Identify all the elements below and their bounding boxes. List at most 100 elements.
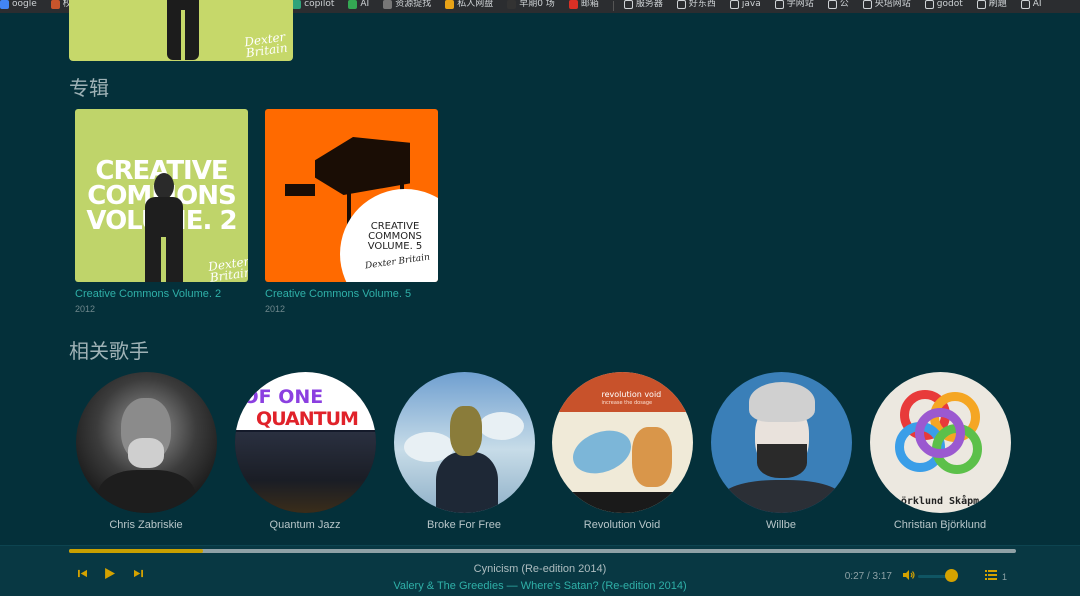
folder-icon bbox=[1020, 0, 1030, 9]
track-artist-album[interactable]: Valery & The Greedies — Where's Satan? (… bbox=[0, 580, 1080, 592]
artist-avatar[interactable] bbox=[75, 372, 217, 513]
folder-icon bbox=[729, 0, 739, 9]
copilot-icon bbox=[292, 0, 302, 9]
bookmark-label: 邮箱 bbox=[580, 0, 599, 9]
artist-card[interactable]: Broke For Free bbox=[393, 372, 535, 531]
piano-stool bbox=[285, 184, 315, 196]
bookmark-item[interactable]: oogle bbox=[0, 0, 37, 10]
artist-name[interactable]: Quantum Jazz bbox=[234, 519, 376, 531]
cover-figure bbox=[167, 0, 199, 60]
artist-avatar[interactable]: OF ONE QUANTUM JAZZ bbox=[234, 372, 376, 513]
bookmark-label: copilot bbox=[304, 0, 335, 9]
bookmark-item[interactable]: 学网站 bbox=[774, 0, 814, 10]
bookmark-item[interactable]: 央培网站 bbox=[862, 0, 911, 10]
folder-icon bbox=[676, 0, 686, 9]
cover-person bbox=[145, 197, 183, 282]
bookmark-item[interactable]: 服务器 bbox=[623, 0, 663, 10]
cover-title: CREATIVE COMMONS VOLUME. 5 bbox=[347, 222, 438, 252]
artist-avatar[interactable]: revolution void increase the dosage bbox=[551, 372, 693, 513]
bookmark-item[interactable]: 早期0 场 bbox=[507, 0, 555, 10]
bookmark-item[interactable]: 邮箱 bbox=[568, 0, 599, 10]
avatar-text: revolution void bbox=[601, 390, 662, 399]
bookmark-label: 服务器 bbox=[635, 0, 663, 9]
early-icon bbox=[507, 0, 517, 9]
album-cover[interactable]: CREATIVE COMMONS VOLUME. 5 Dexter Britai… bbox=[265, 109, 438, 282]
artist-name[interactable]: Revolution Void bbox=[551, 519, 693, 531]
bookmark-label: 私人网盘 bbox=[457, 0, 494, 9]
bookmark-separator bbox=[612, 1, 614, 11]
album-year: 2012 bbox=[75, 304, 96, 314]
top-album-cover-partial[interactable]: Dexter Britain bbox=[69, 0, 293, 61]
album-cover[interactable]: CREATIVE COMMONS VOLUME. 2 Dexter Britai… bbox=[75, 109, 248, 282]
artist-card[interactable]: Chris Zabriskie bbox=[75, 372, 217, 531]
album-card[interactable]: CREATIVE COMMONS VOLUME. 2 Dexter Britai… bbox=[75, 109, 248, 314]
avatar-hair bbox=[748, 382, 815, 422]
bookmark-icon bbox=[50, 0, 60, 9]
bookmark-label: AI bbox=[1032, 0, 1042, 9]
mail-icon bbox=[568, 0, 578, 9]
folder-icon bbox=[774, 0, 784, 9]
avatar-board bbox=[566, 422, 637, 482]
avatar-figure bbox=[631, 427, 672, 487]
folder-icon bbox=[862, 0, 872, 9]
folder-icon bbox=[623, 0, 633, 9]
artist-card[interactable]: revolution void increase the dosage Revo… bbox=[551, 372, 693, 531]
bookmark-item[interactable]: 刷題 bbox=[976, 0, 1007, 10]
avatar-body bbox=[97, 470, 195, 513]
album-name[interactable]: Creative Commons Volume. 2 bbox=[75, 288, 248, 300]
volume-knob[interactable] bbox=[945, 569, 958, 582]
volume-icon[interactable] bbox=[903, 570, 915, 583]
avatar-cloud bbox=[478, 412, 524, 440]
bookmark-label: java bbox=[741, 0, 761, 9]
artist-name[interactable]: Christian Björklund bbox=[869, 519, 1011, 531]
artist-avatar[interactable] bbox=[393, 372, 535, 513]
resource-icon bbox=[383, 0, 393, 9]
artist-card[interactable]: örklund Skåpm Christian Björklund bbox=[869, 372, 1011, 531]
artist-name[interactable]: Chris Zabriskie bbox=[75, 519, 217, 531]
bookmark-label: godot bbox=[936, 0, 963, 9]
time-display: 0:27 / 3:17 bbox=[844, 571, 892, 582]
avatar-head bbox=[449, 406, 482, 456]
drive-icon bbox=[445, 0, 455, 9]
bookmark-item[interactable]: 公 bbox=[827, 0, 849, 10]
bookmark-label: 好东西 bbox=[688, 0, 716, 9]
chrome-icon bbox=[348, 0, 358, 9]
avatar-text: örklund Skåpm bbox=[900, 496, 980, 507]
cover-person-head bbox=[154, 173, 174, 199]
bookmark-label: oogle bbox=[12, 0, 37, 9]
progress-bar[interactable] bbox=[69, 549, 1016, 553]
bookmark-item[interactable]: 私人网盘 bbox=[445, 0, 493, 10]
queue-list-icon[interactable] bbox=[985, 570, 997, 583]
artist-avatar[interactable] bbox=[710, 372, 852, 513]
bookmark-label: 公 bbox=[839, 0, 849, 9]
artist-name[interactable]: Willbe bbox=[710, 519, 852, 531]
album-name[interactable]: Creative Commons Volume. 5 bbox=[265, 288, 438, 300]
bookmark-label: AI bbox=[360, 0, 370, 9]
artists-section-title: 相关歌手 bbox=[69, 339, 149, 363]
piano-shape bbox=[315, 137, 410, 195]
cover-line: VOLUME. 5 bbox=[367, 241, 423, 252]
bookmark-item[interactable]: AI bbox=[348, 0, 369, 10]
artist-avatar[interactable]: örklund Skåpm bbox=[869, 372, 1011, 513]
avatar-text: increase the dosage bbox=[601, 400, 653, 406]
track-title: Cynicism (Re-edition 2014) bbox=[473, 563, 607, 575]
bookmark-item[interactable]: 好东西 bbox=[676, 0, 716, 10]
avatar-bottom bbox=[551, 492, 693, 513]
album-card[interactable]: CREATIVE COMMONS VOLUME. 5 Dexter Britai… bbox=[265, 109, 438, 314]
folder-icon bbox=[827, 0, 837, 9]
bookmark-label: 学网站 bbox=[786, 0, 814, 9]
queue-count: 1 bbox=[1002, 572, 1008, 582]
artist-name[interactable]: Broke For Free bbox=[393, 519, 535, 531]
artist-card[interactable]: Willbe bbox=[710, 372, 852, 531]
progress-fill bbox=[69, 549, 204, 553]
bookmark-item[interactable]: java bbox=[729, 0, 761, 10]
bookmark-item[interactable]: copilot bbox=[292, 0, 334, 10]
bookmark-item[interactable]: 资源提找 bbox=[383, 0, 431, 10]
folder-icon bbox=[976, 0, 986, 9]
album-year: 2012 bbox=[265, 304, 286, 314]
bookmark-item[interactable]: godot bbox=[924, 0, 963, 10]
bookmark-label: 刷題 bbox=[988, 0, 1007, 9]
artist-card[interactable]: OF ONE QUANTUM JAZZ Quantum Jazz bbox=[234, 372, 376, 531]
folder-icon bbox=[924, 0, 934, 9]
bookmark-item[interactable]: AI bbox=[1020, 0, 1042, 10]
